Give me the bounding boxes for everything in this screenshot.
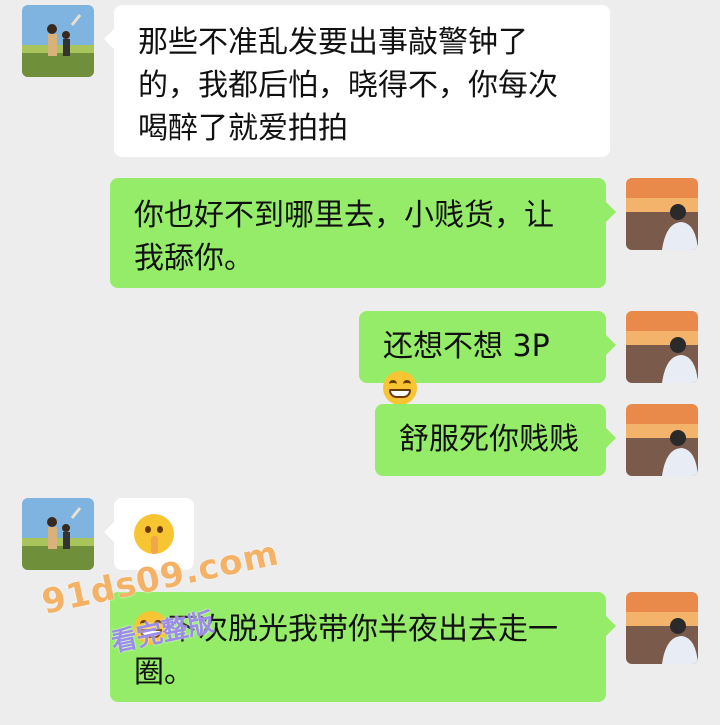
message-row — [0, 498, 720, 570]
message-row: 你也好不到哪里去，小贱货，让我舔你。 — [0, 178, 720, 288]
contact-avatar[interactable] — [22, 5, 94, 77]
self-avatar[interactable] — [626, 592, 698, 664]
message-row: 那些不准乱发要出事敲警钟了的，我都后怕，晓得不，你每次喝醉了就爱拍拍 — [0, 5, 720, 157]
message-text: 舒服死你贱贱 — [399, 422, 579, 457]
message-row: 舒服死你贱贱 — [0, 404, 720, 476]
message-row: 还想不想 3P — [0, 311, 720, 405]
shush-emoji-icon — [134, 514, 174, 554]
self-avatar[interactable] — [626, 311, 698, 383]
grin-emoji-icon — [383, 371, 417, 405]
contact-avatar[interactable] — [22, 498, 94, 570]
self-avatar[interactable] — [626, 178, 698, 250]
message-bubble-outgoing[interactable]: 还想不想 3P — [359, 311, 616, 405]
message-text: 你也好不到哪里去，小贱货，让我舔你。 — [134, 198, 554, 276]
message-bubble-incoming[interactable]: 那些不准乱发要出事敲警钟了的，我都后怕，晓得不，你每次喝醉了就爱拍拍 — [104, 5, 610, 157]
self-avatar[interactable] — [626, 404, 698, 476]
message-text: 那些不准乱发要出事敲警钟了的，我都后怕，晓得不，你每次喝醉了就爱拍拍 — [138, 25, 558, 146]
message-bubble-outgoing[interactable]: 舒服死你贱贱 — [375, 404, 616, 476]
message-bubble-outgoing[interactable]: 你也好不到哪里去，小贱货，让我舔你。 — [110, 178, 616, 288]
message-text: 还想不想 3P — [383, 329, 550, 364]
